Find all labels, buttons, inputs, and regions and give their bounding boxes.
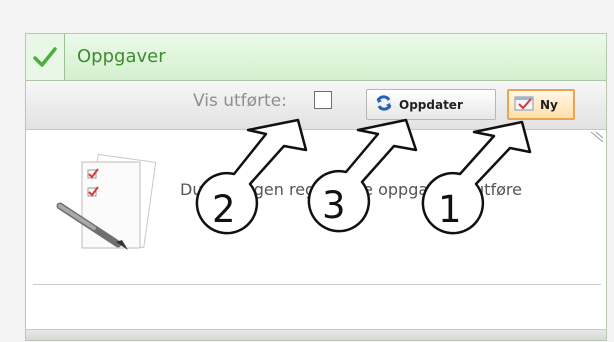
show-completed-label: Vis utførte: (193, 91, 287, 111)
new-task-button-label: Ny (540, 97, 558, 112)
callout-3: 3 (307, 118, 418, 233)
callout-number: 1 (438, 188, 462, 231)
show-completed-checkbox[interactable] (314, 91, 332, 109)
panel-header: Oppgaver (26, 34, 606, 81)
check-icon (26, 34, 65, 80)
bottom-bar (26, 329, 606, 340)
callout-number: 2 (212, 188, 236, 231)
task-checklist-icon (54, 152, 164, 256)
divider (33, 284, 601, 285)
panel-title: Oppgaver (77, 46, 166, 67)
callout-1: 1 (421, 120, 532, 235)
callout-number: 3 (322, 184, 346, 227)
